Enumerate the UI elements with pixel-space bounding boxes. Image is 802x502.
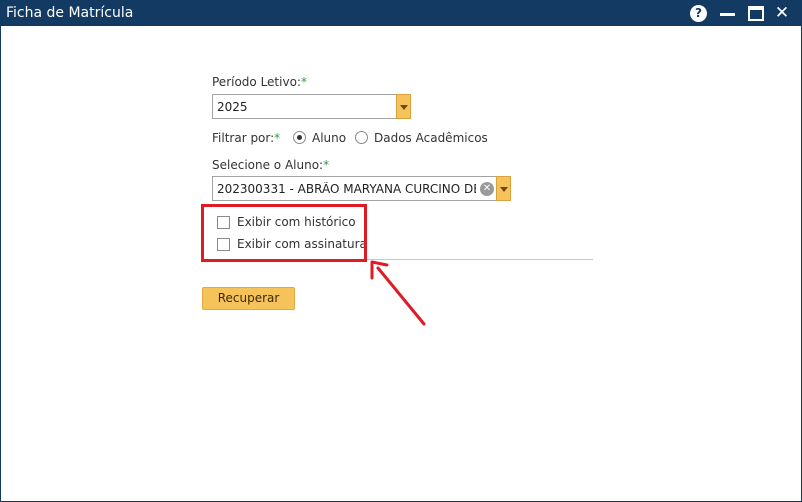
- dialog-window: Ficha de Matrícula ? ✕ Período Letivo:* …: [0, 0, 802, 502]
- annotation-arrow-icon: [370, 260, 426, 326]
- recuperar-button[interactable]: Recuperar: [202, 287, 295, 310]
